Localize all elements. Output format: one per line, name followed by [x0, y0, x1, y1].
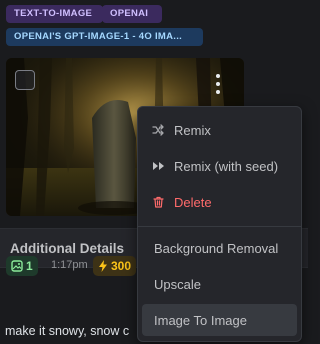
buzz-cost-value: 300	[111, 259, 132, 273]
image-count-badge: 1	[6, 256, 38, 276]
image-count-value: 1	[26, 259, 33, 273]
trash-icon	[142, 196, 174, 208]
badge-model: OPENAI'S GPT-IMAGE-1 - 4O IMA...	[6, 28, 203, 46]
menu-item-background-removal[interactable]: Background Removal	[142, 232, 297, 264]
additional-details-title: Additional Details	[10, 241, 125, 256]
menu-item-remix-with-seed[interactable]: Remix (with seed)	[142, 150, 297, 182]
menu-divider	[138, 226, 301, 227]
badge-text-to-image: TEXT-TO-IMAGE	[6, 5, 103, 23]
menu-item-remix[interactable]: Remix	[142, 114, 297, 146]
menu-item-upscale[interactable]: Upscale	[142, 268, 297, 300]
menu-item-label: Delete	[174, 194, 212, 210]
badge-openai: OPENAI	[102, 5, 162, 23]
menu-item-label: Image To Image	[154, 312, 247, 328]
shuffle-icon	[142, 124, 174, 136]
prompt-text: make it snowy, snow c	[5, 324, 130, 338]
menu-item-label: Upscale	[154, 276, 201, 292]
fast-forward-icon	[142, 161, 174, 171]
timestamp: 1:17pm	[51, 259, 88, 271]
select-checkbox[interactable]	[15, 70, 35, 90]
context-menu: Remix Remix (with seed) Delete Backgroun…	[137, 106, 302, 342]
menu-item-label: Remix	[174, 122, 211, 138]
menu-item-label: Remix (with seed)	[174, 158, 279, 174]
menu-item-label: Background Removal	[154, 240, 279, 256]
menu-item-image-to-image[interactable]: Image To Image	[142, 304, 297, 336]
image-icon	[11, 260, 23, 272]
lightning-icon	[99, 260, 107, 272]
kebab-menu-icon[interactable]	[212, 74, 224, 100]
buzz-cost-badge: 300	[93, 256, 137, 276]
menu-item-delete[interactable]: Delete	[142, 186, 297, 218]
